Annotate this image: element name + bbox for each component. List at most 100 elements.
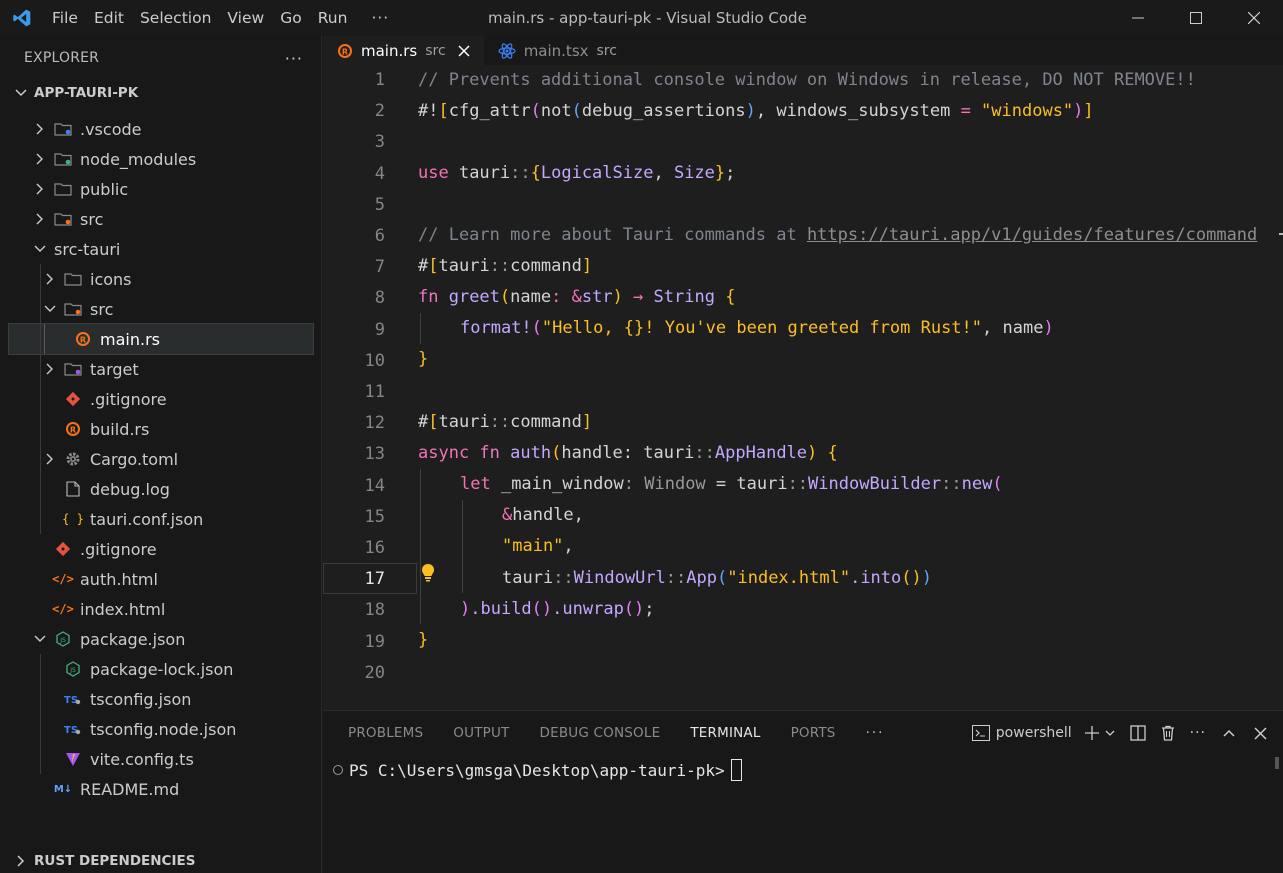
tree-item[interactable]: { } tauri.conf.json (0, 504, 321, 534)
tree-item[interactable]: Cargo.toml (0, 444, 321, 474)
line-number: 13 (364, 444, 385, 465)
explorer-title: EXPLORER (24, 50, 100, 66)
tree-item[interactable]: TS tsconfig.node.json (0, 714, 321, 744)
folder-target-icon (64, 360, 82, 378)
rust-dependencies-section[interactable]: RUST DEPENDENCIES (0, 848, 195, 873)
code-link[interactable]: https://tauri.app/v1/guides/features/com… (807, 225, 1257, 245)
menu-file[interactable]: File (44, 0, 86, 36)
chevron-right-icon (32, 121, 48, 137)
tab-close-button[interactable] (456, 43, 472, 59)
menu-selection[interactable]: Selection (132, 0, 219, 36)
rust-file-icon: R (338, 44, 352, 58)
svg-text:JS: JS (59, 637, 66, 644)
close-panel-button[interactable] (1254, 721, 1267, 745)
code-line-13: async fn auth(handle: tauri::AppHandle) … (418, 443, 838, 463)
tree-item[interactable]: node_modules (0, 144, 321, 174)
code-editor[interactable]: 1 2 3 4 5 6 7 8 9 10 11 12 13 14 15 16 17 18 19 20 // Preve… (323, 65, 1283, 710)
typescript-config-icon: TS (64, 720, 82, 738)
tree-item-label: main.rs (100, 329, 160, 349)
tree-item-label: src (90, 299, 114, 319)
markdown-icon: M↓ (53, 783, 73, 795)
tree-item[interactable]: icons (0, 264, 321, 294)
tree-item[interactable]: .gitignore (0, 534, 321, 564)
tree-item-label: index.html (80, 599, 166, 619)
menu-go[interactable]: Go (272, 0, 310, 36)
panel-more-button[interactable]: ··· (1190, 721, 1206, 745)
explorer-more-button[interactable]: ··· (285, 49, 303, 68)
tree-item-label: tsconfig.node.json (90, 719, 237, 739)
tree-item[interactable]: </> auth.html (0, 564, 321, 594)
svg-text:R: R (342, 48, 348, 57)
tree-item[interactable]: JS package-lock.json (0, 654, 321, 684)
line-number: 10 (364, 350, 385, 371)
menu-edit[interactable]: Edit (86, 0, 132, 36)
tree-item[interactable]: src-tauri (0, 234, 321, 264)
kill-terminal-button[interactable] (1160, 721, 1176, 745)
menu-run[interactable]: Run (310, 0, 356, 36)
tree-item[interactable]: src (0, 204, 321, 234)
explorer-header: EXPLORER ··· (0, 36, 321, 80)
line-number: 4 (374, 163, 385, 184)
indent-guide (462, 500, 463, 593)
tab-terminal[interactable]: TERMINAL (690, 725, 760, 741)
terminal-dropdown-button[interactable] (1104, 721, 1116, 745)
tree-item[interactable]: Rmain.rs (8, 323, 314, 355)
tree-item[interactable]: Rbuild.rs (0, 414, 321, 444)
terminal-output[interactable]: PS C:\Users\gmsga\Desktop\app-tauri-pk> (333, 757, 742, 783)
title-bar: File Edit Selection View Go Run ··· main… (0, 0, 1283, 36)
line-number: 16 (364, 538, 385, 558)
panel-overflow-button[interactable]: ··· (866, 725, 885, 741)
tree-item[interactable]: .vscode (0, 114, 321, 144)
project-root[interactable]: APP-TAURI-PK (0, 80, 321, 106)
project-name: APP-TAURI-PK (34, 85, 139, 101)
tree-item[interactable]: target (0, 354, 321, 384)
trash-icon (1161, 725, 1174, 741)
tree-item[interactable]: src (0, 294, 321, 324)
close-window-button[interactable] (1225, 0, 1283, 36)
git-icon (54, 540, 72, 558)
plus-icon (1084, 726, 1099, 740)
tree-item-label: .gitignore (90, 389, 167, 409)
terminal-scrollbar[interactable] (1275, 757, 1279, 769)
minimize-icon (1132, 17, 1144, 19)
chevron-right-icon (32, 151, 48, 167)
tab-debug-console[interactable]: DEBUG CONSOLE (540, 725, 661, 741)
tree-item[interactable]: M↓ README.md (0, 774, 321, 804)
tree-item[interactable]: debug.log (0, 474, 321, 504)
new-terminal-button[interactable] (1084, 721, 1100, 745)
menu-view[interactable]: View (219, 0, 272, 36)
lightbulb-icon[interactable] (420, 563, 436, 583)
minimize-button[interactable] (1109, 0, 1167, 36)
tree-guide (40, 684, 41, 714)
split-terminal-button[interactable] (1129, 721, 1146, 745)
maximize-button[interactable] (1167, 0, 1225, 36)
maximize-panel-button[interactable] (1222, 721, 1236, 745)
shell-name: powershell (995, 725, 1072, 741)
tree-item[interactable]: JS package.json (0, 624, 321, 654)
tree-item[interactable]: TS tsconfig.json (0, 684, 321, 714)
chevron-down-icon (1105, 730, 1115, 736)
tree-guide (40, 294, 41, 324)
tree-item[interactable]: vite.config.ts (0, 744, 321, 774)
editor-tabs: R main.rs src main.tsx src (323, 36, 1283, 65)
line-number: 9 (374, 319, 385, 340)
code-line-18: ).build().unwrap(); (460, 599, 655, 619)
vscode-logo-icon[interactable] (0, 0, 44, 36)
tab-main-tsx[interactable]: main.tsx src (484, 36, 629, 65)
tab-output[interactable]: OUTPUT (453, 725, 509, 741)
indent-guide (420, 469, 421, 624)
tree-guide (40, 384, 41, 414)
git-icon (64, 390, 82, 408)
tab-main-rs[interactable]: R main.rs src (323, 36, 484, 65)
maximize-icon (1190, 12, 1202, 24)
tab-problems[interactable]: PROBLEMS (348, 725, 423, 741)
tree-item[interactable]: </> index.html (0, 594, 321, 624)
tab-ports[interactable]: PORTS (791, 725, 836, 741)
tree-item-label: package.json (80, 629, 186, 649)
terminal-shell-selector[interactable]: powershell (971, 721, 1072, 745)
gear-icon (64, 450, 82, 468)
tree-item[interactable]: .gitignore (0, 384, 321, 414)
folder-node-icon (54, 150, 72, 168)
menu-overflow[interactable]: ··· (355, 0, 403, 36)
tree-item[interactable]: public (0, 174, 321, 204)
